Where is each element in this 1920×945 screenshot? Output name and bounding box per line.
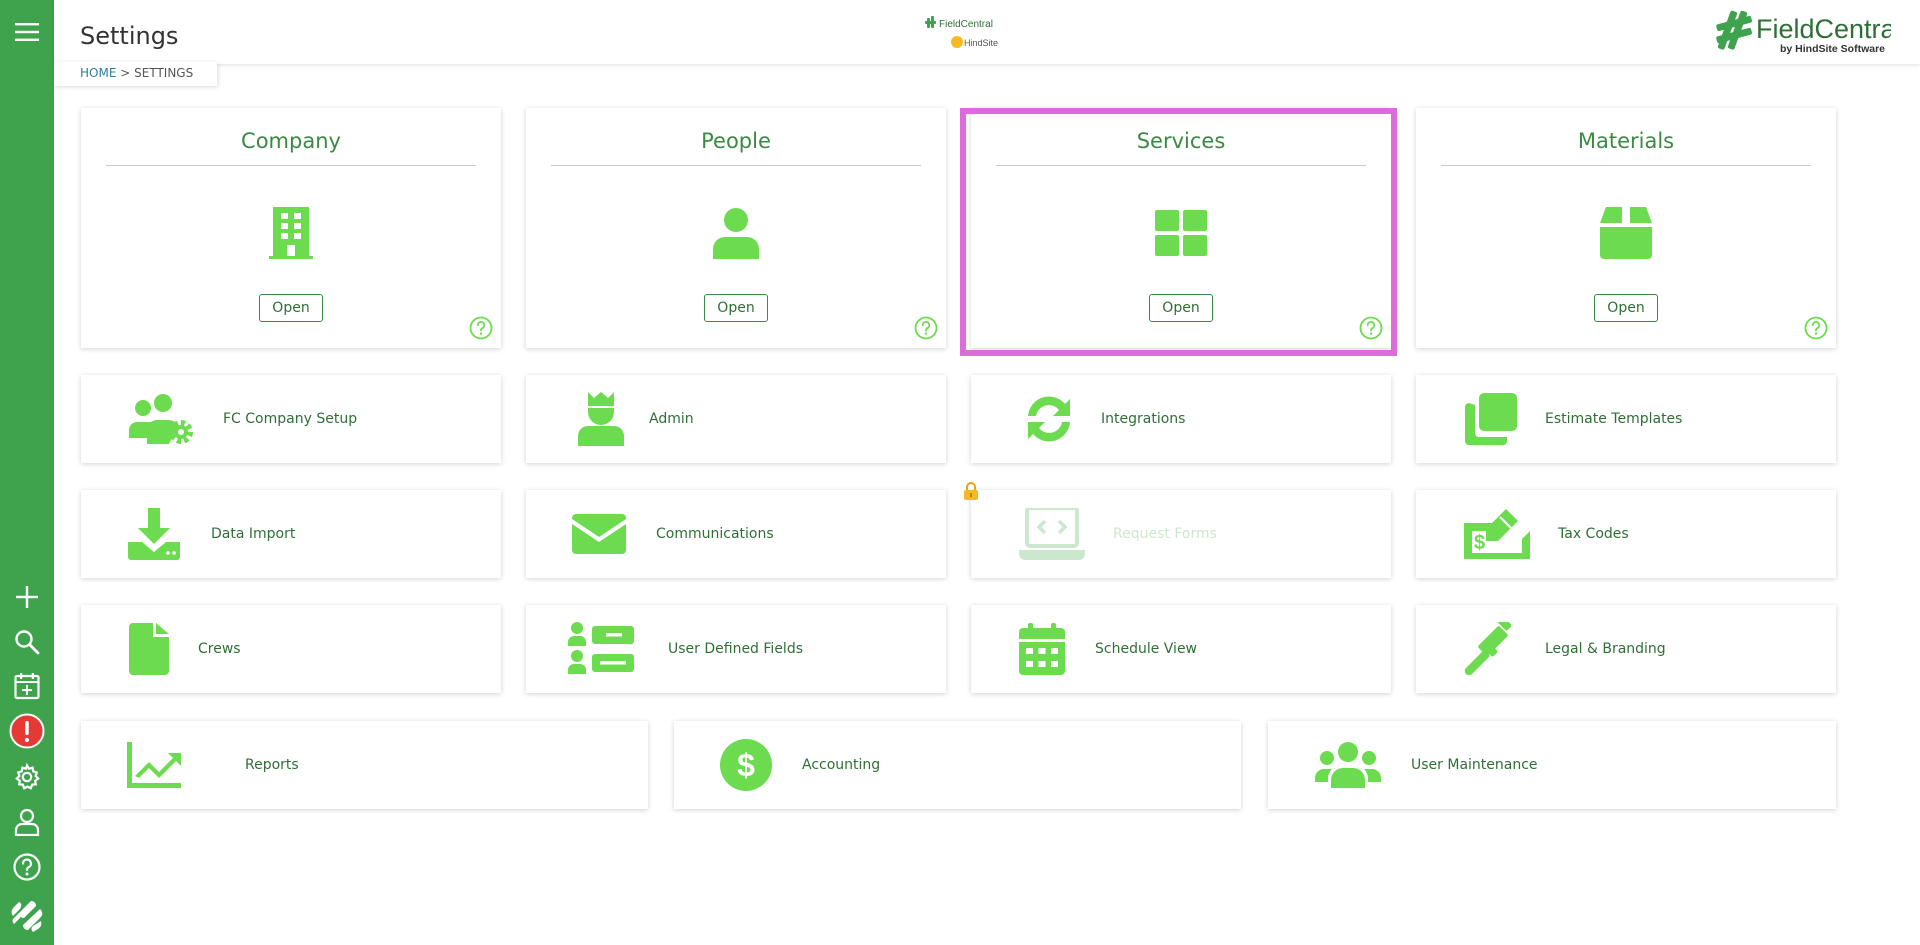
page-title: Settings (80, 22, 179, 50)
users-icon (1315, 735, 1381, 795)
tile-user-defined-fields[interactable]: User Defined Fields (526, 605, 946, 693)
right-logo-tagline: by HindSite Software (1780, 43, 1885, 55)
help-icon[interactable] (914, 316, 938, 340)
calendar-add-icon[interactable] (9, 668, 45, 704)
fieldcentral-logo-icon[interactable] (9, 899, 45, 935)
card-title: People (551, 121, 921, 166)
tile-label: Accounting (802, 757, 881, 773)
svg-text:$: $ (737, 747, 755, 783)
card-title: Company (106, 121, 476, 166)
tile-label: Request Forms (1113, 526, 1217, 542)
box-icon (1598, 203, 1654, 263)
lock-icon (963, 482, 979, 500)
services-card: Services Open (971, 108, 1391, 348)
tile-label: Communications (656, 526, 774, 542)
tile-data-import[interactable]: Data Import (81, 490, 501, 578)
tile-label: User Maintenance (1411, 757, 1538, 773)
alert-icon[interactable] (9, 713, 45, 749)
calendar-icon (1009, 619, 1075, 679)
download-icon (121, 504, 187, 564)
sidebar (0, 0, 54, 945)
help-icon[interactable] (1804, 316, 1828, 340)
tile-crews[interactable]: Crews (81, 605, 501, 693)
admin-icon (568, 389, 634, 449)
tile-label: FC Company Setup (223, 411, 358, 427)
person-icon (708, 203, 764, 263)
chart-icon (121, 735, 187, 795)
card-title: Services (996, 121, 1366, 166)
tile-label: Legal & Branding (1545, 641, 1666, 657)
breadcrumb-home-link[interactable]: HOME (80, 66, 116, 80)
center-logo-brand: FieldCentral (939, 19, 993, 30)
open-services-button[interactable]: Open (1149, 294, 1213, 322)
breadcrumb-separator: > (120, 66, 131, 80)
open-materials-button[interactable]: Open (1594, 294, 1658, 322)
tile-label: Integrations (1101, 411, 1186, 427)
sync-icon (1016, 389, 1082, 449)
envelope-icon (566, 504, 632, 564)
tile-schedule-view[interactable]: Schedule View (971, 605, 1391, 693)
materials-card: Materials Open (1416, 108, 1836, 348)
tile-request-forms: Request Forms (971, 490, 1391, 578)
help-icon[interactable] (469, 316, 493, 340)
copy-icon (1458, 389, 1524, 449)
tile-accounting[interactable]: $ Accounting (674, 721, 1241, 809)
people-card: People Open (526, 108, 946, 348)
tile-communications[interactable]: Communications (526, 490, 946, 578)
company-card: Company Open (81, 108, 501, 348)
center-logo: FieldCentral HindSite (925, 12, 1005, 52)
grid-icon (1153, 203, 1209, 263)
users-gear-icon (129, 389, 195, 449)
fieldcentral-logo: FieldCentral by HindSite Software (1716, 8, 1902, 56)
card-title: Materials (1441, 121, 1811, 166)
gavel-icon (1458, 619, 1524, 679)
breadcrumb: HOME > SETTINGS (54, 62, 218, 86)
tile-label: Estimate Templates (1545, 411, 1683, 427)
laptop-code-icon (1019, 504, 1085, 564)
gear-icon[interactable] (9, 759, 45, 795)
right-logo-brand: FieldCentral (1756, 14, 1891, 44)
tile-label: Data Import (211, 526, 296, 542)
breadcrumb-current: SETTINGS (134, 66, 194, 80)
help-icon[interactable] (1359, 316, 1383, 340)
building-icon (263, 203, 319, 263)
tile-label: Reports (245, 757, 299, 773)
user-icon[interactable] (9, 804, 45, 840)
user-fields-icon (568, 619, 634, 679)
tile-integrations[interactable]: Integrations (971, 375, 1391, 463)
center-logo-sub: HindSite (964, 38, 998, 48)
tile-label: Tax Codes (1558, 526, 1629, 542)
search-icon[interactable] (9, 624, 45, 660)
svg-text:$: $ (1474, 532, 1485, 554)
open-people-button[interactable]: Open (704, 294, 768, 322)
plus-icon[interactable] (9, 579, 45, 615)
open-company-button[interactable]: Open (259, 294, 323, 322)
tile-admin[interactable]: Admin (526, 375, 946, 463)
tile-user-maintenance[interactable]: User Maintenance (1268, 721, 1836, 809)
tile-estimate-templates[interactable]: Estimate Templates (1416, 375, 1836, 463)
tax-icon: $ (1464, 504, 1530, 564)
file-icon (116, 619, 182, 679)
tile-label: User Defined Fields (668, 641, 804, 657)
tile-fc-company-setup[interactable]: FC Company Setup (81, 375, 501, 463)
tile-label: Schedule View (1095, 641, 1198, 657)
tile-label: Crews (198, 641, 241, 657)
tile-tax-codes[interactable]: $ Tax Codes (1416, 490, 1836, 578)
tile-legal-branding[interactable]: Legal & Branding (1416, 605, 1836, 693)
dollar-icon: $ (713, 735, 779, 795)
tile-label: Admin (649, 411, 694, 427)
help-icon[interactable] (9, 849, 45, 885)
tile-reports[interactable]: Reports (81, 721, 648, 809)
menu-icon[interactable] (9, 14, 45, 50)
